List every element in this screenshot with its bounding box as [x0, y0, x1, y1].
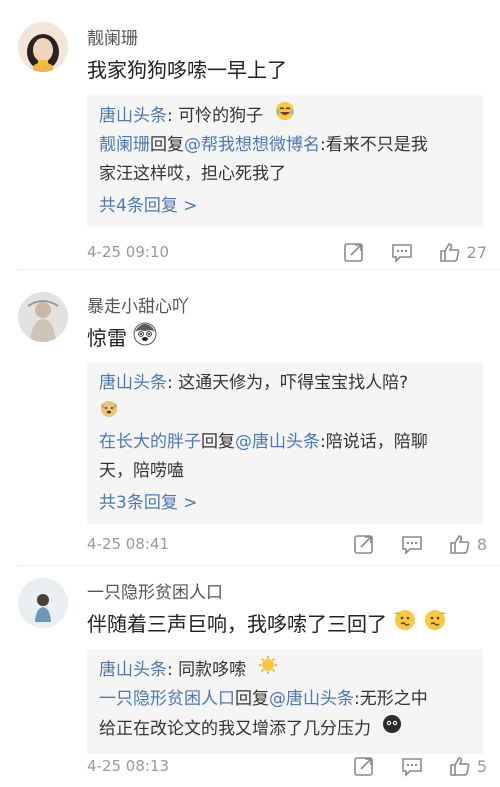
reply-sep: : — [167, 660, 179, 680]
reply-author[interactable]: 在长大的胖子 — [99, 432, 201, 452]
reply-verb: 回复 — [235, 689, 269, 709]
black-face-emoji-icon — [382, 714, 402, 744]
forward-button[interactable] — [353, 533, 375, 555]
comment-text-content: 惊雷 — [87, 326, 127, 350]
comment-text: 我家狗狗哆嗦一早上了 — [87, 54, 287, 83]
laugh-cry-emoji-icon — [275, 101, 295, 131]
reply-body: 同款哆嗦 — [178, 660, 247, 680]
like-count: 5 — [476, 756, 487, 776]
reply-item[interactable]: 靓阑珊回复@帮我想想微博名:看来不只是我 家汪这样哎，担心死我了 — [99, 131, 471, 189]
reply-body: 无形之中 — [359, 689, 428, 709]
forward-icon — [343, 243, 363, 262]
reply-body-cont: 家汪这样哎，担心死我了 — [99, 164, 286, 184]
avatar[interactable] — [18, 22, 68, 72]
action-bar: 5 — [327, 755, 487, 777]
comment-item: 一只隐形贫困人口 伴随着三声巨响，我哆嗦了三回了 唐山头条: 同款哆嗦 一只隐形… — [0, 566, 500, 787]
comment-item: 暴走小甜心吖 惊雷 唐山头条: 这通天修为，吓得宝宝找人陪? 在长大的胖子回复@… — [0, 270, 500, 566]
reply-sep: : — [167, 106, 179, 126]
reply-body: 看来不只是我 — [325, 135, 428, 155]
reply-body: 陪说话，陪聊 — [325, 432, 428, 452]
reply-item[interactable]: 唐山头条: 这通天修为，吓得宝宝找人陪? — [99, 369, 471, 428]
forward-button[interactable] — [353, 755, 375, 777]
timestamp: 4-25 08:13 — [87, 757, 170, 775]
reply-body: 这通天修为，吓得宝宝找人陪? — [178, 373, 409, 393]
comment-meta: 4-25 08:13 5 — [87, 755, 487, 777]
reply-author[interactable]: 一只隐形贫困人口 — [99, 689, 235, 709]
comment-text: 伴随着三声巨响，我哆嗦了三回了 — [87, 608, 447, 637]
like-button[interactable]: 5 — [449, 755, 487, 777]
reply-item[interactable]: 在长大的胖子回复@唐山头条:陪说话，陪聊 天，陪唠嗑 — [99, 428, 471, 486]
comment-icon — [402, 758, 422, 777]
timestamp: 4-25 09:10 — [87, 243, 170, 261]
dog-emoji-icon — [99, 398, 119, 428]
reply-author[interactable]: 唐山头条 — [99, 373, 167, 393]
comment-meta: 4-25 09:10 27 — [87, 241, 487, 263]
more-replies-link[interactable]: 共4条回复 > — [99, 193, 471, 227]
like-button[interactable]: 8 — [449, 533, 487, 555]
comment-text-content: 伴随着三声巨响，我哆嗦了三回了 — [87, 612, 387, 636]
reply-item[interactable]: 唐山头条: 同款哆嗦 — [99, 655, 471, 685]
thumb-up-icon — [439, 243, 460, 262]
comment-button[interactable] — [401, 755, 423, 777]
reply-box[interactable]: 唐山头条: 可怜的狗子 靓阑珊回复@帮我想想微博名:看来不只是我 家汪这样哎，担… — [87, 95, 483, 227]
comment-meta: 4-25 08:41 8 — [87, 533, 487, 555]
shiver-emoji-icon — [423, 608, 447, 637]
reply-verb: 回复 — [150, 135, 184, 155]
reply-mention[interactable]: @帮我想想微博名 — [184, 135, 320, 155]
forward-icon — [354, 757, 373, 776]
reply-mention[interactable]: @唐山头条 — [235, 432, 320, 452]
avatar[interactable] — [18, 292, 68, 342]
comment-text-content: 我家狗狗哆嗦一早上了 — [87, 58, 287, 82]
comment-button[interactable] — [401, 533, 423, 555]
thumb-up-icon — [450, 757, 470, 776]
reply-author[interactable]: 唐山头条 — [99, 106, 167, 126]
reply-sep: : — [167, 373, 179, 393]
reply-verb: 回复 — [201, 432, 235, 452]
reply-mention[interactable]: @唐山头条 — [269, 689, 354, 709]
reply-box[interactable]: 唐山头条: 这通天修为，吓得宝宝找人陪? 在长大的胖子回复@唐山头条:陪说话，陪… — [87, 363, 483, 524]
sun-emoji-icon — [258, 655, 278, 685]
more-replies-link[interactable]: 共3条回复 > — [99, 490, 471, 524]
like-button[interactable]: 27 — [439, 241, 487, 263]
action-bar: 27 — [317, 241, 487, 263]
reply-item[interactable]: 唐山头条: 可怜的狗子 — [99, 101, 471, 131]
reply-item[interactable]: 一只隐形贫困人口回复@唐山头条:无形之中 给正在改论文的我又增添了几分压力 — [99, 685, 471, 744]
comment-icon — [402, 536, 422, 555]
username[interactable]: 靓阑珊 — [87, 24, 138, 49]
username[interactable]: 暴走小甜心吖 — [87, 292, 189, 317]
action-bar: 8 — [327, 533, 487, 555]
timestamp: 4-25 08:41 — [87, 535, 170, 553]
reply-body-cont: 给正在改论文的我又增添了几分压力 — [99, 719, 371, 739]
forward-icon — [354, 535, 373, 554]
reply-author[interactable]: 唐山头条 — [99, 660, 167, 680]
reply-author[interactable]: 靓阑珊 — [99, 135, 150, 155]
comment-icon — [391, 244, 412, 263]
comment-button[interactable] — [391, 241, 413, 263]
like-count: 27 — [466, 242, 487, 262]
thumb-up-icon — [450, 535, 470, 554]
comment-text: 惊雷 — [87, 322, 157, 351]
username[interactable]: 一只隐形贫困人口 — [87, 578, 223, 603]
reply-box[interactable]: 唐山头条: 同款哆嗦 一只隐形贫困人口回复@唐山头条:无形之中 给正在改论文的我… — [87, 649, 483, 754]
husky-emoji-icon — [133, 322, 157, 351]
shiver-emoji-icon — [393, 608, 417, 637]
reply-body-cont: 天，陪唠嗑 — [99, 461, 184, 481]
reply-body: 可怜的狗子 — [178, 106, 264, 126]
comment-item: 靓阑珊 我家狗狗哆嗦一早上了 唐山头条: 可怜的狗子 靓阑珊回复@帮我想想微博名… — [0, 0, 500, 270]
like-count: 8 — [476, 534, 487, 554]
avatar[interactable] — [18, 578, 68, 628]
forward-button[interactable] — [343, 241, 365, 263]
